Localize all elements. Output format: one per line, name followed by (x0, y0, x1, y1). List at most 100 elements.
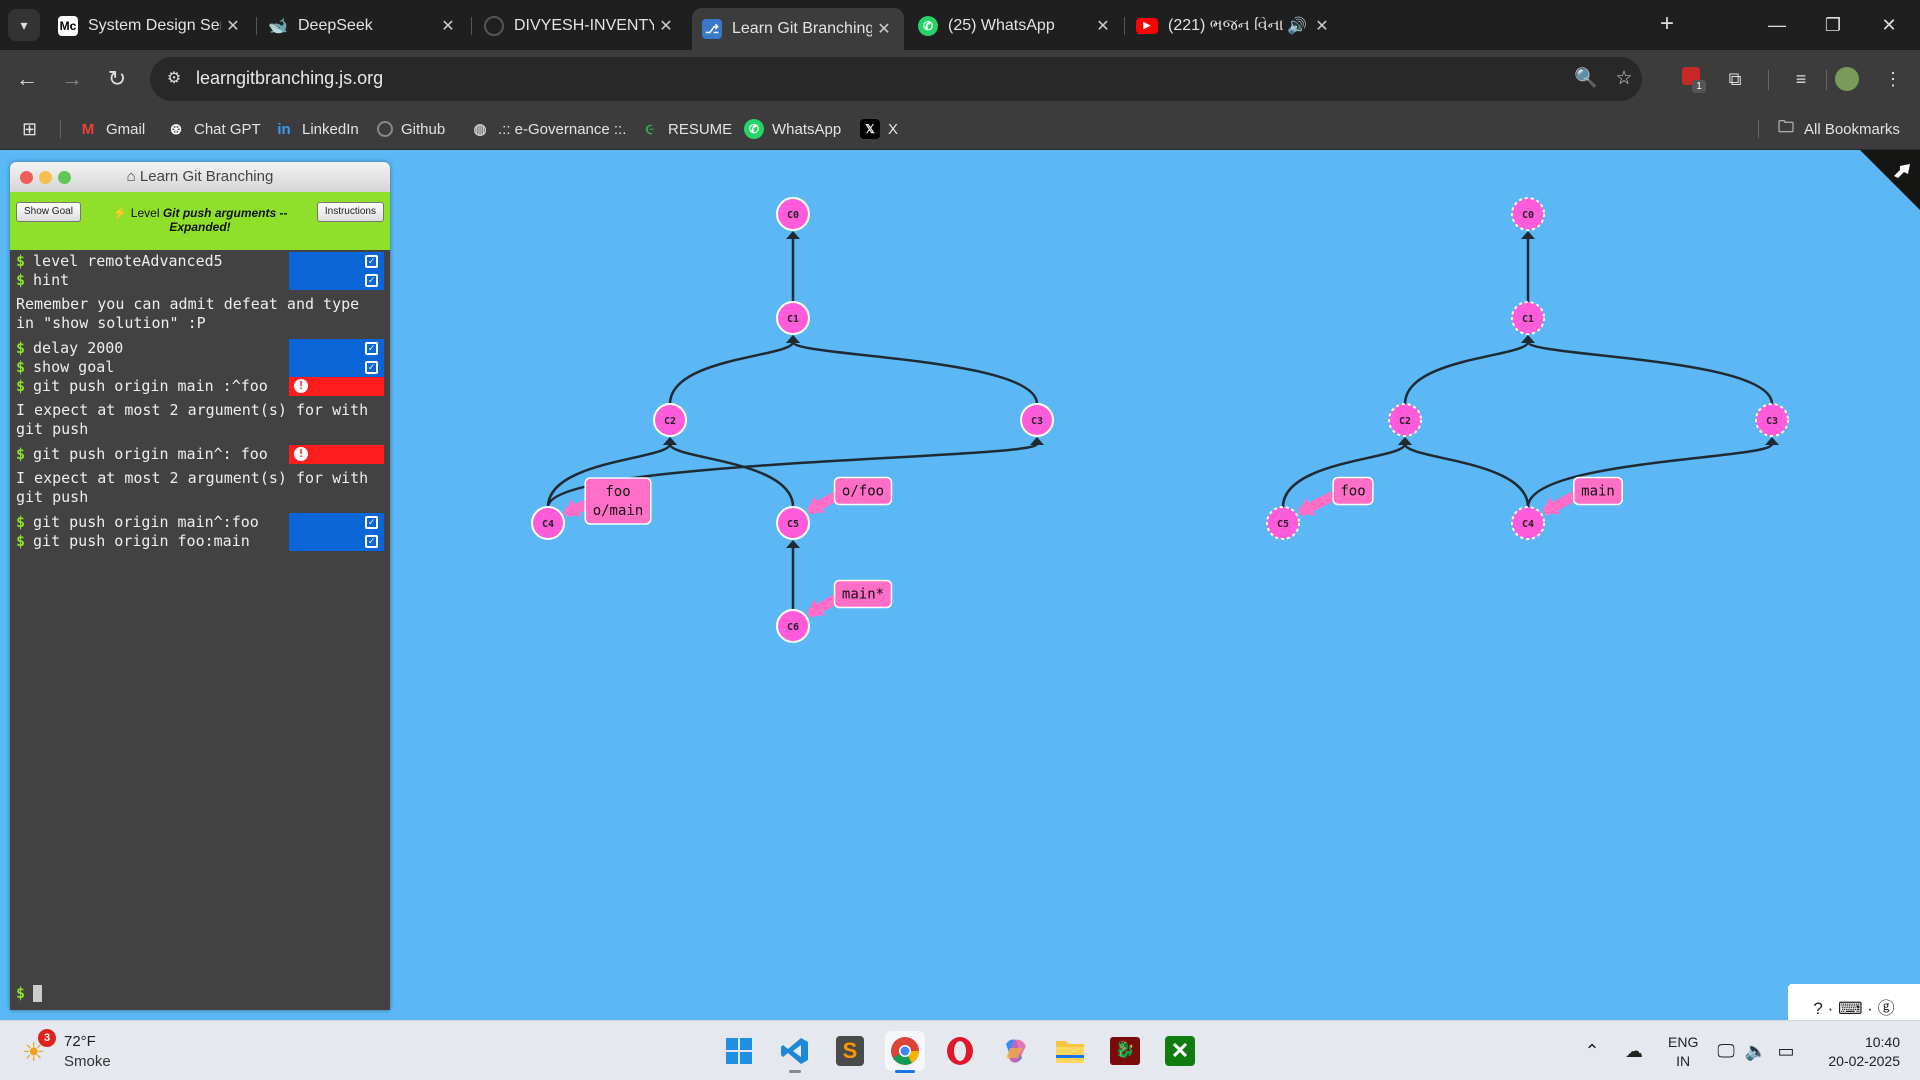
command-success-status: ✓ (289, 358, 384, 377)
command-text: delay 2000 (33, 339, 124, 357)
bookmark-linkedin[interactable]: in LinkedIn (274, 117, 358, 141)
github-icon (377, 121, 393, 137)
show-goal-button[interactable]: Show Goal (16, 202, 81, 222)
tab-whatsapp[interactable]: ✆ (25) WhatsApp ✕ (908, 9, 1123, 42)
tab-learn-git-branching[interactable]: ⎇ Learn Git Branching ✕ (692, 8, 904, 50)
volume-icon[interactable]: 🔈 (1742, 1037, 1770, 1065)
network-icon[interactable]: 🖵 (1712, 1037, 1740, 1065)
instructions-button[interactable]: Instructions (316, 202, 384, 222)
command-entry: $ level remoteAdvanced5 ✓ (10, 252, 390, 271)
command-response: Remember you can admit defeat and type i… (16, 295, 369, 332)
help-bar-text[interactable]: ? · ⌨ · ⓖ (1813, 994, 1894, 1019)
url-text[interactable]: learngitbranching.js.org (196, 68, 383, 89)
sublime-icon[interactable]: S (830, 1031, 870, 1071)
xbox-icon[interactable]: ✕ (1160, 1031, 1200, 1071)
bookmarks-bar: ⊞ M Gmail ⊛ Chat GPT in LinkedIn Github … (0, 108, 1920, 150)
chrome-icon[interactable] (885, 1031, 925, 1073)
x-icon: 𝕏 (860, 119, 880, 139)
copilot-icon[interactable] (995, 1031, 1035, 1071)
remote-arrowhead (1521, 335, 1535, 343)
address-bar[interactable]: ⚙ learngitbranching.js.org 🔍 ☆ (150, 57, 1642, 101)
reload-button[interactable]: ↻ (102, 64, 132, 94)
checkbox-icon: ✓ (365, 535, 378, 548)
media-controls-icon[interactable]: ≡ (1786, 64, 1816, 94)
minimize-button[interactable]: — (1754, 0, 1800, 50)
bookmark-whatsapp[interactable]: ✆ WhatsApp (744, 117, 841, 141)
minimize-dot[interactable] (39, 171, 52, 184)
all-bookmarks-button[interactable]: 🗀 All Bookmarks (1776, 117, 1900, 141)
tab-system-design[interactable]: Mc System Design Series: Elast ✕ (48, 9, 253, 42)
prompt-symbol: $ (16, 513, 26, 531)
remote-arrowhead (1521, 231, 1535, 239)
close-icon[interactable]: ✕ (1091, 16, 1115, 36)
vscode-icon[interactable] (775, 1031, 815, 1073)
bookmark-github[interactable]: Github (377, 117, 445, 141)
close-dot[interactable] (20, 171, 33, 184)
new-tab-button[interactable]: + (1652, 10, 1682, 40)
checkbox-icon: ✓ (365, 342, 378, 355)
onedrive-icon[interactable]: ☁ (1620, 1037, 1648, 1065)
close-icon[interactable]: ✕ (221, 16, 245, 36)
file-explorer-icon[interactable] (1050, 1031, 1090, 1071)
close-icon[interactable]: ✕ (654, 16, 678, 36)
command-entry: $ show goal ✓ (10, 358, 390, 377)
whatsapp-icon: ✆ (744, 119, 764, 139)
tab-title: DIVYESH-INVENTYV/learn- (514, 16, 654, 34)
branch-label[interactable]: o/foo (842, 484, 884, 500)
kali-icon[interactable]: 🐉 (1105, 1031, 1145, 1071)
battery-icon[interactable]: ▭ (1772, 1037, 1800, 1065)
site-info-icon[interactable]: ⚙ (162, 67, 186, 91)
bookmark-x[interactable]: 𝕏 X (860, 117, 898, 141)
weather-widget[interactable]: ☀ 3 72°F Smoke (22, 1029, 132, 1075)
github-corner[interactable] (1860, 150, 1920, 210)
opera-icon[interactable] (940, 1031, 980, 1071)
clock[interactable]: 10:40 20-02-2025 (1814, 1033, 1900, 1071)
windows-taskbar: ☀ 3 72°F Smoke S 🐉 ✕ ⌃ ☁ ENG IN 🖵 🔈 ▭ 10… (0, 1020, 1920, 1080)
maximize-dot[interactable] (58, 171, 71, 184)
command-prompt[interactable]: $ (16, 984, 43, 1002)
show-hidden-icons-chevron[interactable]: ⌃ (1578, 1037, 1606, 1065)
branch-label[interactable]: o/main (593, 503, 644, 519)
commit-label: C4 (1522, 519, 1534, 530)
weather-badge: 3 (38, 1029, 56, 1047)
bookmark-resume[interactable]: ૯ RESUME (640, 117, 733, 141)
zoom-icon[interactable]: 🔍 (1574, 67, 1598, 91)
tab-github-repo[interactable]: DIVYESH-INVENTYV/learn- ✕ (474, 9, 686, 42)
language-indicator[interactable]: ENG IN (1668, 1033, 1698, 1071)
command-text: level remoteAdvanced5 (33, 252, 223, 270)
bookmark-star-icon[interactable]: ☆ (1612, 67, 1636, 91)
back-button[interactable]: ← (12, 64, 42, 94)
menu-kebab-icon[interactable]: ⋮ (1878, 64, 1908, 94)
profile-avatar[interactable] (1832, 64, 1862, 94)
extension-icon[interactable]: 1 (1676, 64, 1706, 94)
tab-search-button[interactable]: ▾ (8, 9, 40, 41)
commit-label: C0 (787, 210, 799, 221)
speaker-icon[interactable]: 🔊 (1286, 16, 1308, 36)
extensions-puzzle-icon[interactable]: ⧉ (1720, 64, 1750, 94)
apps-grid-icon[interactable]: ⊞ (22, 117, 37, 141)
close-window-button[interactable]: ✕ (1866, 0, 1912, 50)
bookmark-egovernance[interactable]: ◍ .:: e-Governance ::. (470, 117, 626, 141)
tab-youtube[interactable]: ▶ (221) ભજન વિના મારી 🔊 ✕ (1126, 9, 1342, 42)
remote-arrowhead (1765, 437, 1779, 445)
close-icon[interactable]: ✕ (436, 16, 460, 36)
forward-button[interactable]: → (57, 64, 87, 94)
resume-icon: ૯ (645, 120, 655, 138)
close-icon[interactable]: ✕ (1310, 16, 1334, 36)
commit-label: C1 (1522, 314, 1534, 325)
help-bar[interactable]: ? · ⌨ · ⓖ (1788, 984, 1920, 1020)
branch-label[interactable]: foo (1340, 484, 1365, 500)
windows-start-icon[interactable] (719, 1031, 759, 1071)
terminal-titlebar: ⌂ Learn Git Branching (10, 162, 390, 192)
branch-label[interactable]: main* (842, 587, 884, 603)
close-icon[interactable]: ✕ (872, 19, 896, 39)
chatgpt-icon: ⊛ (169, 121, 183, 138)
branch-label[interactable]: foo (605, 484, 630, 500)
restore-button[interactable]: ❐ (1810, 0, 1856, 50)
commit-label: C5 (787, 519, 799, 530)
bookmark-gmail[interactable]: M Gmail (78, 117, 145, 141)
bookmark-chatgpt[interactable]: ⊛ Chat GPT (166, 117, 261, 141)
branch-label[interactable]: main (1581, 484, 1615, 500)
tab-deepseek[interactable]: 🐋 DeepSeek ✕ (258, 9, 468, 42)
command-history: $ level remoteAdvanced5 ✓ $ hint ✓ Remember yo… (10, 250, 390, 551)
